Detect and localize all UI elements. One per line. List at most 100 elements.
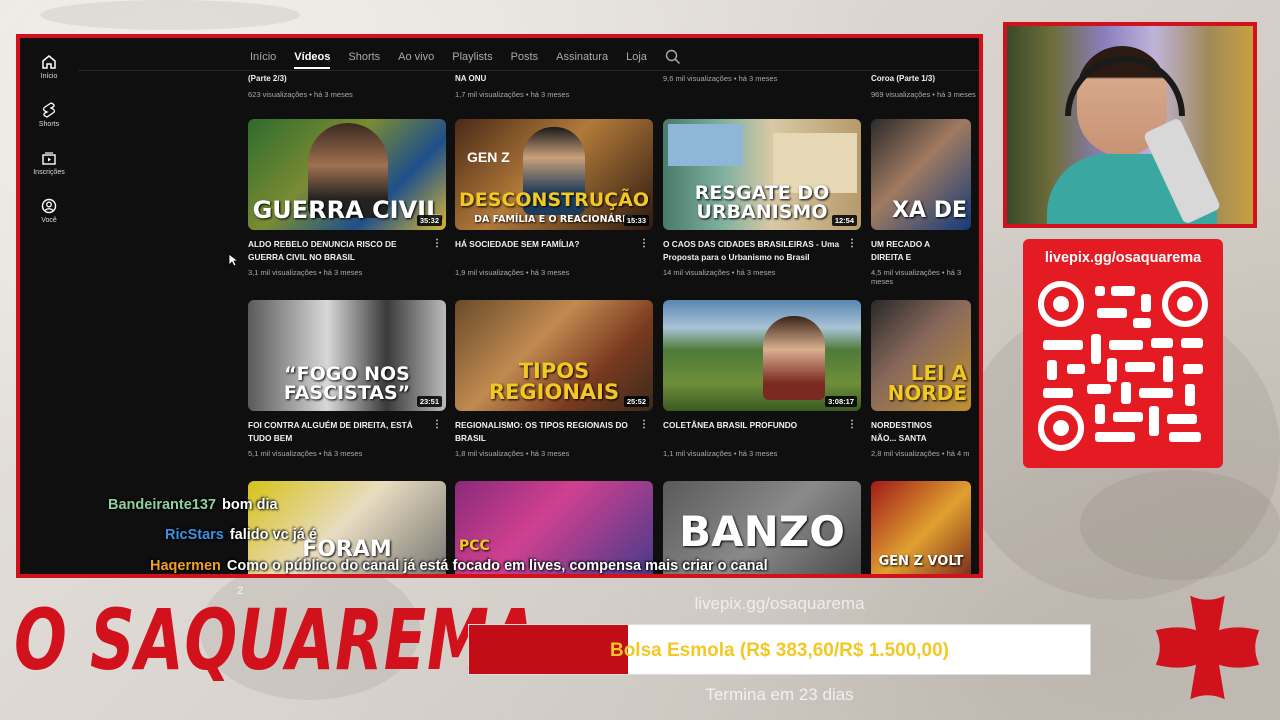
thumbnail-overlay-text: TIPOS REGIONAIS [488, 359, 620, 404]
tab-home[interactable]: Início [250, 51, 276, 63]
chat-message: Bandeirante137 bom dia [108, 497, 278, 513]
nav-shorts[interactable]: Shorts [22, 102, 76, 128]
more-options-icon[interactable]: ⋮ [847, 419, 857, 432]
video-title[interactable]: UM RECADO A DIREITA E TRABALHISTAS [871, 239, 935, 264]
donation-goal-label: Bolsa Esmola (R$ 383,60/R$ 1.500,00) [609, 640, 950, 661]
thumbnail-overlay-text: XA DE [892, 198, 967, 223]
thumbnail-overlay-text: LEI A NORDE [887, 361, 967, 405]
tab-posts[interactable]: Posts [511, 51, 539, 63]
video-meta-partial[interactable]: (Parte 2/3) 623 visualizações • há 3 mes… [248, 74, 448, 99]
qr-url: livepix.gg/osaquarema [1044, 250, 1202, 266]
thumbnail-overlay-text: DESCONSTRUÇÃO [459, 189, 649, 211]
video-card[interactable]: RESGATE DO URBANISMO 12:54 O CAOS DAS CI… [663, 119, 861, 277]
more-options-icon[interactable]: ⋮ [639, 419, 649, 432]
donation-url: livepix.gg/osaquarema [694, 594, 865, 613]
shorts-icon [42, 102, 56, 118]
qr-code-icon [1037, 280, 1209, 452]
thumbnail-overlay-text: GUERRA CIVIL [252, 196, 442, 224]
nav-subscriptions-label: Inscrições [33, 169, 65, 176]
thumbnail-overlay-text: RESGATE DO URBANISMO [694, 182, 830, 223]
more-options-icon[interactable]: ⋮ [847, 238, 857, 251]
video-thumbnail[interactable]: RESGATE DO URBANISMO 12:54 [663, 119, 861, 230]
tab-playlists[interactable]: Playlists [452, 51, 492, 63]
more-options-icon[interactable]: ⋮ [432, 419, 442, 432]
video-duration: 23:51 [416, 396, 442, 407]
video-card[interactable]: TIPOS REGIONAIS 25:52 REGIONALISMO: OS T… [455, 300, 653, 458]
video-meta-partial[interactable]: NA ONU 1,7 mil visualizações • há 3 mese… [455, 74, 655, 99]
channel-brand-logo: O SAQUAREMA [14, 591, 539, 689]
qr-panel: livepix.gg/osaquarema [1023, 239, 1223, 468]
more-options-icon[interactable]: ⋮ [432, 238, 442, 251]
video-meta-partial[interactable]: 9,6 mil visualizações • há 3 meses [663, 74, 863, 83]
chat-text: Como o público do canal já está focado e… [226, 558, 768, 574]
nav-subscriptions[interactable]: Inscrições [22, 150, 76, 176]
thumbnail-overlay-text: PCC [459, 538, 490, 554]
video-thumbnail[interactable]: 3:08:17 [663, 300, 861, 411]
video-meta: 3,1 mil visualizações • há 3 meses [248, 268, 363, 277]
video-card[interactable]: XA DE UM RECADO A DIREITA E TRABALHISTAS… [871, 119, 971, 286]
video-duration: 35:32 [416, 215, 442, 226]
video-meta: 4,5 mil visualizações • há 3 meses [871, 268, 962, 286]
webcam-feed [1003, 22, 1257, 228]
video-thumbnail[interactable]: GEN Z VOLT [871, 481, 971, 574]
more-options-icon[interactable]: ⋮ [639, 238, 649, 251]
video-card[interactable]: GUERRA CIVIL 35:32 ALDO REBELO DENUNCIA … [248, 119, 446, 277]
video-duration: 15:33 [623, 215, 649, 226]
tab-store[interactable]: Loja [626, 51, 647, 63]
search-icon[interactable] [665, 49, 681, 65]
video-meta: 1,9 mil visualizações • há 3 meses [455, 268, 570, 277]
video-meta-partial[interactable]: Coroa (Parte 1/3) 969 visualizações • há… [871, 74, 979, 99]
video-title[interactable]: REGIONALISMO: OS TIPOS REGIONAIS DO BRAS… [455, 420, 628, 443]
video-title[interactable]: O CAOS DAS CIDADES BRASILEIRAS - Uma Pro… [663, 239, 839, 262]
yt-sidebar: Início Shorts Inscrições Você [20, 38, 78, 574]
nav-home-label: Início [40, 73, 58, 80]
nav-home[interactable]: Início [22, 54, 76, 80]
video-meta: 1,8 mil visualizações • há 3 meses [455, 449, 570, 458]
video-card[interactable]: LEI A NORDE NORDESTINOS NÃO... SANTA CAT… [871, 300, 971, 458]
video-meta: 14 mil visualizações • há 3 meses [663, 268, 776, 277]
nav-shorts-label: Shorts [38, 121, 60, 128]
cross-of-saint-george-icon [1155, 595, 1260, 700]
video-card[interactable]: 3:08:17 COLETÂNEA BRASIL PROFUNDO ⋮ 1,1 m… [663, 300, 861, 458]
chat-message: Haqermen Como o público do canal já está … [150, 558, 768, 574]
video-duration: 3:08:17 [825, 396, 857, 407]
video-title[interactable]: FOI CONTRA ALGUÉM DE DIREITA, ESTÁ TUDO … [248, 420, 413, 443]
tab-videos[interactable]: Vídeos [294, 51, 331, 69]
video-thumbnail[interactable]: “FOGO NOS FASCISTAS” 23:51 [248, 300, 446, 411]
video-card[interactable]: “FOGO NOS FASCISTAS” 23:51 FOI CONTRA AL… [248, 300, 446, 458]
video-thumbnail[interactable]: GUERRA CIVIL 35:32 [248, 119, 446, 230]
mouse-cursor-icon [228, 253, 238, 267]
video-thumbnail[interactable]: LEI A NORDE [871, 300, 971, 411]
video-card[interactable]: GEN Z DESCONSTRUÇÃO DA FAMÍLIA E O REACI… [455, 119, 653, 277]
home-icon [42, 55, 56, 69]
tab-live[interactable]: Ao vivo [398, 51, 434, 63]
video-title: Coroa (Parte 1/3) [871, 74, 936, 83]
thumbnail-overlay-subtext: DA FAMÍLIA E O REACIONÁRIO [474, 213, 634, 225]
thumbnail-overlay-text: GEN Z VOLT [878, 554, 964, 569]
video-thumbnail[interactable]: TIPOS REGIONAIS 25:52 [455, 300, 653, 411]
tab-shorts[interactable]: Shorts [348, 51, 380, 63]
video-meta: 1,7 mil visualizações • há 3 meses [455, 90, 570, 99]
video-thumbnail[interactable]: XA DE [871, 119, 971, 230]
video-title[interactable]: HÁ SOCIEDADE SEM FAMÍLIA? [455, 239, 579, 249]
chat-text: falido vc já é [229, 527, 317, 543]
tab-membership[interactable]: Assinatura [556, 51, 608, 63]
chat-username: RicStars [165, 527, 224, 543]
channel-tabs: Início Vídeos Shorts Ao vivo Playlists P… [250, 46, 681, 69]
thumbnail-overlay-text: BANZO [679, 507, 845, 556]
video-meta: 9,6 mil visualizações • há 3 meses [663, 74, 778, 83]
tabs-divider [78, 70, 979, 71]
thumbnail-overlay-text: “FOGO NOS FASCISTAS” [283, 363, 411, 404]
video-meta: 5,1 mil visualizações • há 3 meses [248, 449, 363, 458]
nav-you[interactable]: Você [22, 198, 76, 224]
video-card[interactable]: GEN Z VOLT [871, 481, 971, 574]
video-thumbnail[interactable]: GEN Z DESCONSTRUÇÃO DA FAMÍLIA E O REACI… [455, 119, 653, 230]
video-title[interactable]: NORDESTINOS NÃO... SANTA CATARINA? [871, 420, 932, 445]
video-meta: 1,1 mil visualizações • há 3 meses [663, 449, 778, 458]
video-title[interactable]: ALDO REBELO DENUNCIA RISCO DE GUERRA CIV… [248, 239, 397, 262]
video-title[interactable]: COLETÂNEA BRASIL PROFUNDO [663, 420, 797, 430]
chat-message: RicStars falido vc já é [165, 527, 317, 543]
video-meta: 2,8 mil visualizações • há 4 m [871, 449, 970, 458]
video-title: (Parte 2/3) [248, 74, 287, 83]
donation-goal-ends: Termina em 23 dias [705, 685, 854, 704]
